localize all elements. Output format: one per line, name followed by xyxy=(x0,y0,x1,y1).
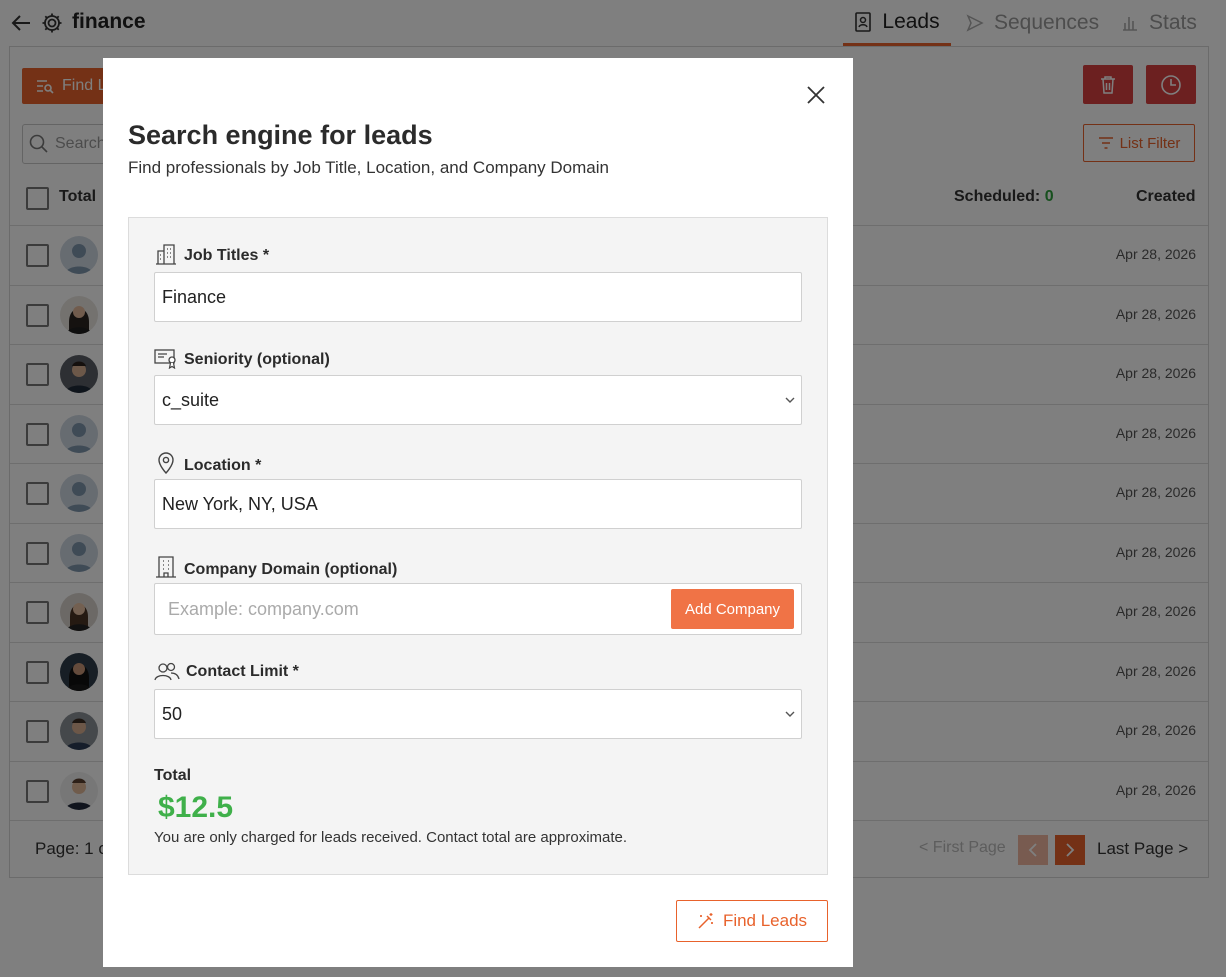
job-titles-label: Job Titles * xyxy=(154,243,269,265)
search-form-panel: Job Titles * Finance Seniority (optional… xyxy=(128,217,828,875)
find-leads-button[interactable]: Find Leads xyxy=(676,900,828,942)
location-pin-icon xyxy=(158,452,174,475)
office-building-icon xyxy=(156,556,176,578)
close-icon[interactable] xyxy=(804,83,828,107)
search-leads-modal: Search engine for leads Find professiona… xyxy=(103,58,853,967)
certificate-icon xyxy=(154,349,176,369)
modal-subtitle: Find professionals by Job Title, Locatio… xyxy=(128,158,609,177)
magic-wand-icon xyxy=(698,913,713,929)
job-titles-value: Finance xyxy=(162,286,227,307)
chevron-down-icon xyxy=(785,397,795,403)
seniority-value: c_suite xyxy=(162,389,220,410)
chevron-down-icon xyxy=(785,711,795,717)
modal-title: Search engine for leads xyxy=(128,120,433,150)
location-label-text: Location * xyxy=(184,457,262,474)
job-titles-input[interactable]: Finance xyxy=(154,272,802,322)
contact-limit-value: 50 xyxy=(162,703,183,724)
contact-limit-label-text: Contact Limit * xyxy=(186,663,299,680)
contact-limit-label: Contact Limit * xyxy=(154,661,299,681)
company-domain-input[interactable]: Example: company.com Add Company xyxy=(154,583,802,635)
location-label: Location * xyxy=(154,451,261,475)
find-leads-label: Find Leads xyxy=(722,911,808,930)
total-price: $12.5 xyxy=(158,791,234,824)
seniority-select[interactable]: c_suite xyxy=(154,375,802,425)
company-domain-placeholder: Example: company.com xyxy=(168,598,359,619)
seniority-label: Seniority (optional) xyxy=(154,347,330,369)
job-titles-label-text: Job Titles * xyxy=(184,247,270,264)
location-value: New York, NY, USA xyxy=(162,493,318,514)
building-icon xyxy=(156,244,176,265)
contact-limit-select[interactable]: 50 xyxy=(154,689,802,739)
users-icon xyxy=(154,662,180,681)
total-note: You are only charged for leads received.… xyxy=(154,829,628,846)
company-domain-label: Company Domain (optional) xyxy=(154,555,397,579)
total-label: Total xyxy=(154,767,192,784)
seniority-label-text: Seniority (optional) xyxy=(184,351,330,368)
add-company-button[interactable]: Add Company xyxy=(671,589,794,629)
company-domain-label-text: Company Domain (optional) xyxy=(184,561,398,578)
location-input[interactable]: New York, NY, USA xyxy=(154,479,802,529)
